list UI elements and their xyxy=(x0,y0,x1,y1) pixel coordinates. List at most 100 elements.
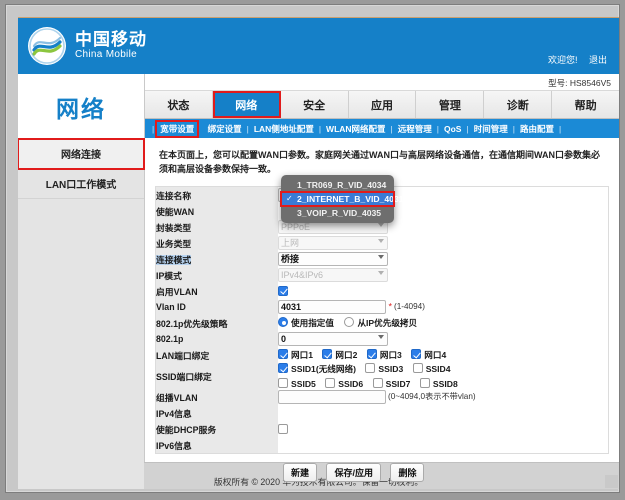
tab-label: 安全 xyxy=(303,99,326,112)
tab-label: 应用 xyxy=(371,99,393,112)
header-user-area: 欢迎您! 退出 xyxy=(539,53,607,66)
value-service-type: 上网 xyxy=(278,235,608,251)
ssid6-checkbox[interactable] xyxy=(325,378,336,388)
connection-mode-select-wrap[interactable]: 桥接 xyxy=(278,252,388,266)
sidebar-menu: 网络连接 LAN口工作模式 xyxy=(18,138,145,489)
label-ssid-binding: SSID端口绑定 xyxy=(156,363,278,389)
form-row-enable-vlan: 启用VLAN xyxy=(156,283,608,299)
label-ipv4-info: IPv4信息 xyxy=(156,405,278,421)
form-row-service-type: 业务类型 上网 xyxy=(156,235,608,251)
value-enable-vlan xyxy=(278,283,608,299)
ssid8-checkbox[interactable] xyxy=(419,378,430,388)
model-number: 型号: HS8546V5 xyxy=(548,78,611,88)
ssid5-checkbox[interactable] xyxy=(278,378,288,388)
copy-from-ip-priority-radio[interactable] xyxy=(344,317,355,327)
use-specified-value-radio[interactable] xyxy=(278,317,288,327)
8021p-select-wrap[interactable]: 0 xyxy=(278,332,388,346)
lan-port-4-checkbox[interactable] xyxy=(411,349,422,359)
subnav-separator: | xyxy=(390,123,393,134)
tab-application[interactable]: 应用 xyxy=(348,91,417,118)
connection-name-dropdown-popup[interactable]: 1_TR069_R_VID_4034 2_INTERNET_B_VID_4031… xyxy=(280,175,404,223)
ssid7-label: SSID7 xyxy=(385,379,411,389)
lan-port-2-checkbox[interactable] xyxy=(322,349,333,359)
ssid4-checkbox[interactable] xyxy=(412,363,423,373)
label-vlan-id: Vlan ID xyxy=(156,299,278,315)
subnav-item-lan-address[interactable]: LAN侧地址配置 xyxy=(252,122,316,136)
ssid3-label: SSID3 xyxy=(378,364,404,374)
ssid1-label: SSID1(无线网络) xyxy=(291,364,356,374)
vlan-id-hint: (1-4094) xyxy=(393,302,425,312)
form-row-ip-mode: IP模式 IPv4&IPv6 xyxy=(156,267,608,283)
label-ip-mode: IP模式 xyxy=(156,267,278,283)
tab-network[interactable]: 网络 xyxy=(212,91,281,118)
8021p-value-select[interactable]: 0 xyxy=(278,332,388,346)
enable-vlan-checkbox[interactable] xyxy=(278,285,288,296)
subnav-item-qos[interactable]: QoS xyxy=(442,123,463,135)
multicast-vlan-input[interactable] xyxy=(278,390,386,404)
label-connection-mode-text: 连接模式 xyxy=(156,254,192,265)
subnav-separator: | xyxy=(558,123,562,134)
value-ssid-binding: SSID1(无线网络) SSID3 SSID4 SSID5 SSID6 SSID… xyxy=(278,363,608,389)
form-action-buttons: 新建 保存/应用 删除 xyxy=(283,463,609,482)
ssid6-label: SSID6 xyxy=(338,379,364,389)
tab-diagnosis[interactable]: 诊断 xyxy=(484,91,553,118)
lan-port-1-checkbox[interactable] xyxy=(278,349,288,359)
sidebar-item-lan-mode[interactable]: LAN口工作模式 xyxy=(18,169,144,199)
tab-status[interactable]: 状态 xyxy=(145,91,213,118)
value-multicast-vlan: (0~4094,0表示不带vlan) xyxy=(278,389,608,405)
subnav-item-wlan[interactable]: WLAN网络配置 xyxy=(324,122,388,136)
subnav-item-route-config[interactable]: 路由配置 xyxy=(518,122,556,136)
lan-port-4-label: 网口4 xyxy=(424,350,447,360)
lan-port-3-checkbox[interactable] xyxy=(366,349,377,359)
browser-window-frame: 中国移动 China Mobile 欢迎您! 退出 网络 网络连接 LAN口工作… xyxy=(5,4,620,493)
model-row: 型号: HS8546V5 xyxy=(145,74,619,91)
brand-name-cn: 中国移动 xyxy=(75,30,147,50)
sidebar-item-label: LAN口工作模式 xyxy=(45,180,117,191)
subnav-separator: | xyxy=(512,123,515,134)
value-8021p-value: 0 xyxy=(278,331,608,347)
screenshot-root: 中国移动 China Mobile 欢迎您! 退出 网络 网络连接 LAN口工作… xyxy=(0,0,625,500)
brand-wordmark: 中国移动 China Mobile xyxy=(75,31,147,60)
label-lan-port-binding: LAN端口绑定 xyxy=(156,347,278,363)
new-button[interactable]: 新建 xyxy=(283,463,318,482)
form-row-ssid-binding: SSID端口绑定 SSID1(无线网络) SSID3 SSID4 SSID5 S… xyxy=(156,363,608,389)
brand-header: 中国移动 China Mobile 欢迎您! 退出 xyxy=(18,18,619,74)
value-8021p-policy: 使用指定值 从IP优先级拷贝 xyxy=(278,315,608,331)
dropdown-option-tr069[interactable]: 1_TR069_R_VID_4034 xyxy=(281,178,394,192)
sidebar-item-network-connection[interactable]: 网络连接 xyxy=(18,138,145,170)
tab-label: 诊断 xyxy=(506,99,529,112)
connection-mode-select[interactable]: 桥接 xyxy=(278,252,388,266)
dropdown-option-internet[interactable]: 2_INTERNET_B_VID_4031 xyxy=(280,191,404,207)
copy-from-ip-priority-label: 从IP优先级拷贝 xyxy=(357,318,418,328)
dropdown-option-voip[interactable]: 3_VOIP_R_VID_4035 xyxy=(281,206,394,220)
ssid3-checkbox[interactable] xyxy=(365,363,376,373)
save-apply-button[interactable]: 保存/应用 xyxy=(326,463,381,482)
label-service-type: 业务类型 xyxy=(156,235,278,251)
ssid7-checkbox[interactable] xyxy=(372,378,383,388)
enable-dhcp-checkbox[interactable] xyxy=(278,423,288,434)
vlan-id-input[interactable] xyxy=(278,300,386,314)
required-marker: * xyxy=(388,301,392,312)
sidebar-title: 网络 xyxy=(56,96,106,122)
tab-help[interactable]: 帮助 xyxy=(552,91,619,118)
logout-link[interactable]: 退出 xyxy=(589,55,607,65)
ssid1-checkbox[interactable] xyxy=(278,363,288,373)
page-body: 网络 网络连接 LAN口工作模式 型号: HS8546V5 状态 网络 安全 应… xyxy=(18,74,619,489)
subnav-item-broadband[interactable]: 宽带设置 xyxy=(155,119,200,138)
tab-management[interactable]: 管理 xyxy=(416,91,485,118)
subnav-separator: | xyxy=(318,123,322,134)
lan-port-2-label: 网口2 xyxy=(335,350,358,360)
label-8021p-policy: 802.1p优先级策略 xyxy=(156,315,278,331)
scroll-corner xyxy=(605,475,618,488)
router-admin-page: 中国移动 China Mobile 欢迎您! 退出 网络 网络连接 LAN口工作… xyxy=(18,17,619,489)
label-8021p-value: 802.1p xyxy=(156,331,278,347)
subnav-item-binding[interactable]: 绑定设置 xyxy=(206,122,244,136)
form-row-enable-dhcp: 使能DHCP服务 xyxy=(156,421,608,437)
page-description: 在本页面上，您可以配置WAN口参数。家庭网关通过WAN口与高层网络设备通信，在通… xyxy=(159,150,600,174)
tab-security[interactable]: 安全 xyxy=(280,91,349,118)
welcome-text: 欢迎您! xyxy=(547,55,578,65)
subnav-separator: | xyxy=(152,123,155,134)
subnav-item-remote-management[interactable]: 远程管理 xyxy=(396,122,434,136)
delete-button[interactable]: 删除 xyxy=(390,463,425,482)
subnav-item-time-management[interactable]: 时间管理 xyxy=(472,122,510,136)
